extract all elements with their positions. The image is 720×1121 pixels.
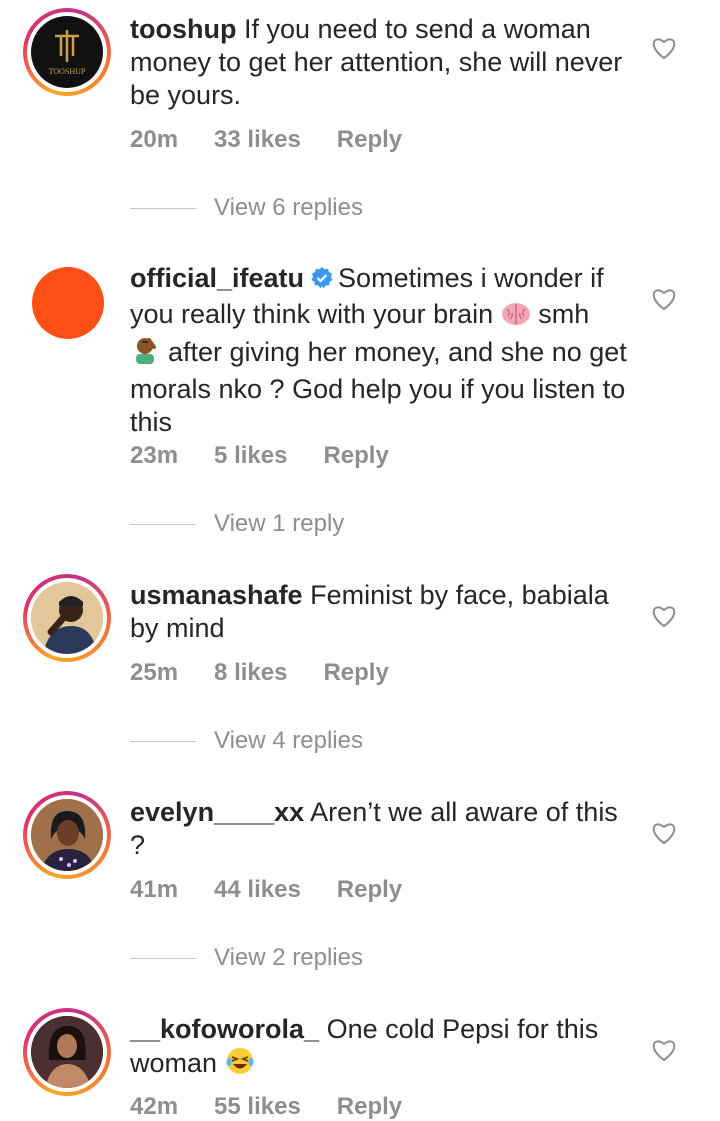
heart-icon[interactable] [651,287,677,316]
replies-divider [130,208,196,210]
comment-likes[interactable]: 44 likes [214,876,301,903]
comment-likes[interactable]: 33 likes [214,126,301,153]
comment-time: 23m [130,442,179,469]
comment-text: evelyn____xx Aren’t we all aware of this… [130,796,630,862]
view-replies-button[interactable]: View 4 replies [130,727,363,755]
comment-likes[interactable]: 5 likes [214,442,287,469]
view-replies-label: View 2 replies [214,944,363,971]
heart-icon[interactable] [651,36,677,65]
view-replies-label: View 4 replies [214,727,363,754]
comment-time: 25m [130,659,179,686]
view-replies-label: View 1 reply [214,510,345,537]
comment-username[interactable]: __kofoworola_ [130,1014,319,1044]
reply-button[interactable]: Reply [337,1093,402,1120]
comment-meta: 42m 55 likes Reply [130,1093,438,1121]
view-replies-label: View 6 replies [214,194,363,221]
replies-divider [130,958,196,960]
comment-username[interactable]: tooshup [130,14,236,44]
avatar[interactable] [23,1008,111,1096]
view-replies-button[interactable]: View 1 reply [130,510,344,538]
comment-text: tooshup If you need to send a woman mone… [130,13,630,112]
view-replies-button[interactable]: View 6 replies [130,194,363,222]
comment-time: 20m [130,126,179,153]
comment-meta: 25m 8 likes Reply [130,659,425,687]
comment-text: __kofoworola_ One cold Pepsi for this wo… [130,1013,630,1084]
heart-icon[interactable] [651,604,677,633]
comment-time: 41m [130,876,179,903]
avatar[interactable] [23,791,111,879]
heart-icon[interactable] [651,821,677,850]
comment-text: official_ifeatu Sometimes i wonder if you… [130,262,630,439]
avatar-label: TOOSHUP [49,67,86,76]
avatar[interactable] [23,574,111,662]
reply-button[interactable]: Reply [323,659,388,686]
comment-likes[interactable]: 55 likes [214,1093,301,1120]
facepalm-emoji-icon [130,335,160,373]
reply-button[interactable]: Reply [323,442,388,469]
replies-divider [130,741,196,743]
avatar[interactable]: TOOSHUP [23,8,111,96]
reply-button[interactable]: Reply [337,876,402,903]
comment-meta: 41m 44 likes Reply [130,876,438,904]
brain-emoji-icon [501,301,531,335]
view-replies-button[interactable]: View 2 replies [130,944,363,972]
verified-badge-icon [310,265,334,298]
avatar[interactable] [32,267,104,339]
comment-text: usmanashafe Feminist by face, babiala by… [130,579,630,645]
comment-time: 42m [130,1093,179,1120]
comment-likes[interactable]: 8 likes [214,659,287,686]
comment-username[interactable]: usmanashafe [130,580,303,610]
heart-icon[interactable] [651,1038,677,1067]
comment-username[interactable]: evelyn____xx [130,797,304,827]
comment-meta: 20m 33 likes Reply [130,126,438,154]
comment-username[interactable]: official_ifeatu [130,263,304,293]
replies-divider [130,524,196,526]
comment-meta: 23m 5 likes Reply [130,442,425,470]
reply-button[interactable]: Reply [337,126,402,153]
laughing-emoji-icon [225,1046,255,1084]
